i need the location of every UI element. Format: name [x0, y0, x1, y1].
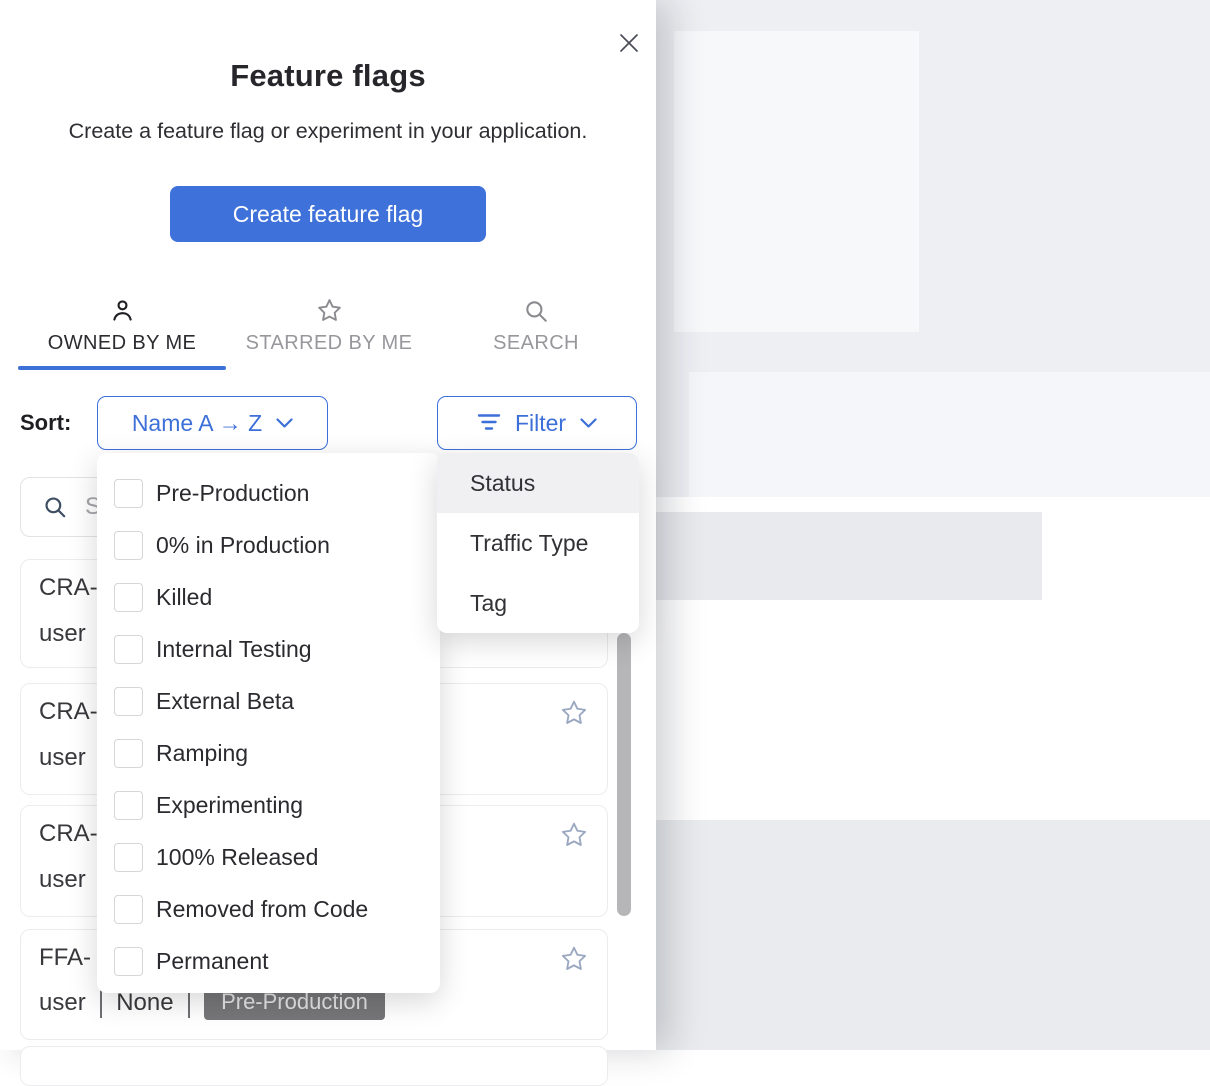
status-option-internal-testing[interactable]: Internal Testing — [97, 623, 440, 675]
status-option-killed[interactable]: Killed — [97, 571, 440, 623]
filter-item-status[interactable]: Status — [437, 453, 639, 513]
star-icon[interactable] — [555, 816, 593, 857]
option-label: Killed — [156, 584, 212, 611]
status-option-permanent[interactable]: Permanent — [97, 935, 440, 987]
chevron-down-icon — [276, 418, 293, 429]
scrollbar-thumb[interactable] — [617, 633, 631, 916]
checkbox[interactable] — [114, 791, 143, 820]
option-label: Permanent — [156, 948, 269, 975]
search-icon — [42, 494, 68, 525]
status-option-external-beta[interactable]: External Beta — [97, 675, 440, 727]
background-band-gray — [656, 512, 1042, 600]
option-label: External Beta — [156, 688, 294, 715]
option-label: 0% in Production — [156, 532, 330, 559]
checkbox[interactable] — [114, 583, 143, 612]
separator — [100, 988, 103, 1018]
background-card-large — [674, 31, 919, 332]
tab-search[interactable]: SEARCH — [448, 296, 624, 366]
status-filter-menu: Pre-Production 0% in Production Killed I… — [97, 453, 440, 993]
flag-name: CRA- — [39, 820, 98, 848]
sort-label: Sort: — [20, 396, 71, 450]
checkbox[interactable] — [114, 843, 143, 872]
star-icon[interactable] — [555, 940, 593, 981]
status-option-pre-production[interactable]: Pre-Production — [97, 467, 440, 519]
star-icon — [316, 296, 343, 324]
checkbox[interactable] — [114, 947, 143, 976]
sort-value: Name A → Z — [132, 410, 262, 437]
page-title: Feature flags — [0, 58, 656, 94]
flag-tags: None — [116, 989, 173, 1017]
sort-dropdown[interactable]: Name A → Z — [97, 396, 328, 450]
filter-item-tag[interactable]: Tag — [437, 573, 639, 633]
checkbox[interactable] — [114, 635, 143, 664]
status-option-0-in-production[interactable]: 0% in Production — [97, 519, 440, 571]
filter-item-traffic-type[interactable]: Traffic Type — [437, 513, 639, 573]
person-icon — [109, 296, 136, 324]
tab-label: OWNED BY ME — [48, 332, 197, 355]
status-option-ramping[interactable]: Ramping — [97, 727, 440, 779]
checkbox[interactable] — [114, 687, 143, 716]
flag-name: CRA- — [39, 698, 98, 726]
flag-traffic-type: user — [39, 620, 86, 648]
star-icon[interactable] — [555, 694, 593, 735]
status-option-experimenting[interactable]: Experimenting — [97, 779, 440, 831]
flag-name: FFA- — [39, 944, 91, 972]
background-band-upper — [689, 372, 1210, 497]
checkbox[interactable] — [114, 479, 143, 508]
create-feature-flag-button[interactable]: Create feature flag — [170, 186, 486, 242]
option-label: Removed from Code — [156, 896, 368, 923]
close-icon[interactable] — [614, 28, 644, 58]
flag-name: CRA- — [39, 574, 98, 602]
filter-label: Filter — [515, 410, 566, 437]
chevron-down-icon — [580, 418, 597, 429]
option-label: Ramping — [156, 740, 248, 767]
checkbox[interactable] — [114, 739, 143, 768]
checkbox[interactable] — [114, 895, 143, 924]
tab-owned-by-me[interactable]: OWNED BY ME — [18, 296, 226, 366]
option-label: Internal Testing — [156, 636, 312, 663]
status-option-100-released[interactable]: 100% Released — [97, 831, 440, 883]
flag-traffic-type: user — [39, 866, 86, 894]
filter-category-menu: Status Traffic Type Tag — [437, 453, 639, 633]
active-tab-underline — [18, 366, 226, 370]
filter-dropdown[interactable]: Filter — [437, 396, 637, 450]
search-icon — [523, 296, 549, 324]
page-subtitle: Create a feature flag or experiment in y… — [0, 119, 656, 144]
option-label: 100% Released — [156, 844, 318, 871]
list-item[interactable] — [20, 1046, 608, 1086]
filter-lines-icon — [477, 410, 501, 437]
tab-label: STARRED BY ME — [246, 332, 413, 355]
tab-label: SEARCH — [493, 332, 579, 355]
status-option-removed-from-code[interactable]: Removed from Code — [97, 883, 440, 935]
flag-traffic-type: user — [39, 989, 86, 1017]
flag-traffic-type: user — [39, 744, 86, 772]
option-label: Pre-Production — [156, 480, 309, 507]
feature-flags-panel: Feature flags Create a feature flag or e… — [0, 0, 656, 1050]
option-label: Experimenting — [156, 792, 303, 819]
checkbox[interactable] — [114, 531, 143, 560]
background-page-bottom — [656, 820, 1210, 1050]
tab-starred-by-me[interactable]: STARRED BY ME — [233, 296, 425, 366]
